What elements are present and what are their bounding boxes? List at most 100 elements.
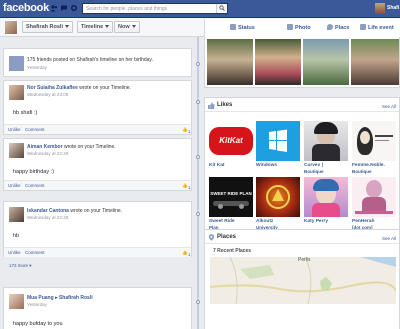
- status-label: Status: [238, 25, 255, 31]
- profile-name-button[interactable]: Shafirah Rosli: [22, 21, 73, 33]
- calendar-icon: [9, 56, 24, 71]
- photo-thumbnail[interactable]: [255, 39, 301, 85]
- post-time[interactable]: Wednesday at 22:48: [27, 215, 68, 220]
- photo-thumbnail[interactable]: [351, 39, 399, 85]
- like-count[interactable]: 👍 1: [182, 127, 190, 134]
- places-see-all-link[interactable]: See All: [382, 236, 396, 241]
- pencil-icon: [230, 24, 236, 30]
- chevron-down-icon: [131, 25, 136, 29]
- messages-icon[interactable]: [60, 4, 68, 12]
- avatar[interactable]: [9, 85, 24, 100]
- post-time[interactable]: Wednesday at 22:49: [27, 151, 68, 156]
- like-count[interactable]: 👍 1: [182, 250, 190, 257]
- post-header: Aiman Kembor wrote on your Timeline.: [27, 144, 116, 150]
- photo-label: Photo: [295, 25, 311, 31]
- spine-dot: [196, 212, 200, 216]
- post-header: Nor Sulaiha Zulkaflee wrote on your Time…: [27, 85, 131, 91]
- post-time[interactable]: Yesterday: [27, 302, 47, 307]
- post-actions: Unlike Comment 👍 1: [4, 247, 191, 257]
- places-box: Places See All 7 Recent Places Perlis: [204, 229, 400, 329]
- post-actions: Unlike Comment 👍 1: [4, 124, 191, 134]
- places-map[interactable]: Perlis: [210, 257, 396, 304]
- places-header: Places See All: [205, 230, 399, 244]
- likes-box: Likes See All KitKat Kit Kat Windows Cur…: [204, 97, 400, 234]
- show-more-link[interactable]: 172 more ▾: [9, 263, 32, 269]
- photo-tab[interactable]: Photo: [287, 24, 311, 31]
- timeline-label: Timeline: [81, 24, 104, 30]
- action-text: wrote on your Timeline.: [63, 144, 116, 150]
- now-label: Now: [118, 24, 130, 30]
- like-item-windows[interactable]: Windows: [256, 121, 300, 169]
- timeline-post: Nor Sulaiha Zulkaflee wrote on your Time…: [3, 80, 192, 135]
- chevron-down-icon: [64, 25, 69, 29]
- post-actions: Unlike Comment 👍 1: [4, 180, 191, 190]
- search-input[interactable]: Search for people, places and things: [82, 3, 228, 14]
- timeline-post: Iskandar Cantona wrote on your Timeline.…: [3, 201, 192, 257]
- facebook-logo[interactable]: facebook: [3, 2, 49, 14]
- flag-icon: [360, 24, 366, 30]
- like-item-kitkat[interactable]: KitKat Kit Kat: [209, 121, 253, 169]
- place-label: Place: [335, 25, 350, 31]
- curvex-photo: [304, 121, 348, 161]
- story-time[interactable]: Yesterday: [27, 65, 47, 70]
- avatar[interactable]: [9, 207, 24, 222]
- date-dropdown[interactable]: Now: [114, 21, 140, 33]
- life-event-tab[interactable]: Life event: [360, 24, 394, 31]
- unlike-link[interactable]: Unlike: [8, 127, 21, 132]
- status-tab[interactable]: Status: [230, 24, 255, 31]
- comment-link[interactable]: Comment: [25, 250, 45, 255]
- place-tab[interactable]: Place: [327, 24, 349, 31]
- spine-dot: [196, 155, 200, 159]
- photo-thumbnail[interactable]: [303, 39, 349, 85]
- birthday-summary-story: 175 friends posted on Shafirah's timelin…: [3, 48, 192, 77]
- like-item-penherah[interactable]: PenHerah [dot com]: [352, 177, 396, 230]
- like-item-katy-perry[interactable]: Katy Perry: [304, 177, 348, 225]
- target-link[interactable]: Shafirah Rosli: [59, 295, 93, 301]
- like-name: Kit Kat: [209, 163, 225, 168]
- friend-requests-icon[interactable]: [50, 4, 58, 12]
- unlike-link[interactable]: Unlike: [8, 183, 21, 188]
- notifications-icon[interactable]: [70, 4, 78, 12]
- timeline-post: Aiman Kembor wrote on your Timeline. Wed…: [3, 138, 192, 191]
- avatar[interactable]: [9, 143, 24, 158]
- post-time[interactable]: Wednesday at 23:09: [27, 92, 68, 97]
- author-link[interactable]: Aiman Kembor: [27, 144, 63, 150]
- post-body: hb shafi :): [13, 110, 38, 116]
- recent-places-count: 7 Recent Places: [213, 248, 252, 254]
- like-count[interactable]: 👍 1: [182, 183, 190, 190]
- user-avatar[interactable]: [375, 3, 385, 14]
- likes-header: Likes See All: [205, 98, 399, 112]
- photo-thumbnail[interactable]: [207, 39, 253, 85]
- like-item-sweet-ride-plan[interactable]: SWEET RIDE PLAN Sweet Ride Plan: [209, 177, 253, 230]
- like-item-curvex[interactable]: Curvex | Boutique: [304, 121, 348, 174]
- avatar[interactable]: [9, 294, 24, 309]
- like-name: Katy Perry: [304, 219, 328, 224]
- kitkat-logo-text: KitKat: [219, 136, 243, 145]
- author-link[interactable]: Mua Puang: [27, 295, 54, 301]
- places-title[interactable]: Places: [217, 234, 236, 240]
- author-link[interactable]: Nor Sulaiha Zulkaflee: [27, 85, 78, 91]
- top-bar: facebook Search for people, places and t…: [0, 0, 400, 18]
- unlike-link[interactable]: Unlike: [8, 250, 21, 255]
- spine-dot: [196, 62, 200, 66]
- search-button[interactable]: [216, 4, 227, 13]
- search-placeholder: Search for people, places and things: [86, 6, 168, 12]
- composer-bar: Status Photo Place Life event: [204, 19, 400, 37]
- like-item-femme-noble[interactable]: Femme.Noble. Boutique: [352, 121, 396, 174]
- comment-link[interactable]: Comment: [25, 127, 45, 132]
- post-body: hb: [13, 233, 20, 239]
- likes-title[interactable]: Likes: [217, 102, 232, 108]
- more-label: 172 more: [9, 263, 29, 268]
- like-item-alkoutz[interactable]: Alkoutz University: [256, 177, 300, 230]
- like-sub: Boutique: [352, 168, 372, 174]
- user-name-link[interactable]: Shafi: [387, 5, 399, 11]
- likes-see-all-link[interactable]: See All: [382, 104, 396, 109]
- comment-link[interactable]: Comment: [25, 183, 45, 188]
- timeline-dropdown[interactable]: Timeline: [77, 21, 114, 33]
- action-text: wrote on your Timeline.: [70, 208, 123, 214]
- summary-text[interactable]: 175 friends posted on Shafirah's timelin…: [27, 57, 153, 63]
- profile-thumbnail[interactable]: [4, 20, 18, 35]
- author-link[interactable]: Iskandar Cantona: [27, 208, 69, 214]
- kitkat-logo: KitKat: [209, 121, 253, 161]
- chevron-down-icon: [105, 25, 110, 29]
